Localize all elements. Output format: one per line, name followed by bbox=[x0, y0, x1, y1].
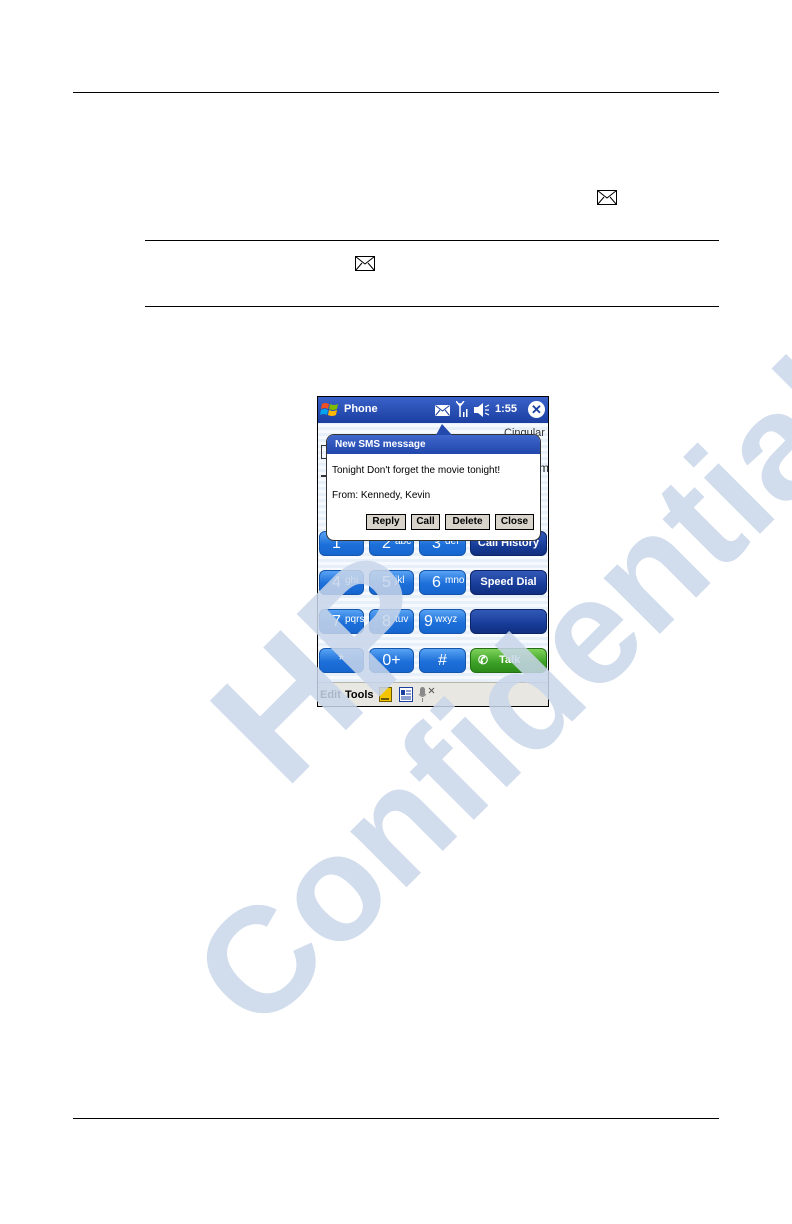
notes-icon[interactable] bbox=[379, 687, 392, 702]
key-digit: 5 bbox=[382, 574, 391, 591]
key-7[interactable]: 7 pqrs bbox=[319, 609, 364, 634]
key-symbol: # bbox=[438, 652, 447, 669]
windows-start-icon[interactable] bbox=[320, 401, 340, 419]
key-digit: 9 bbox=[424, 613, 433, 630]
key-symbol: 0+ bbox=[382, 652, 401, 669]
speed-dial-button[interactable]: Speed Dial bbox=[470, 570, 547, 595]
blank-function-button[interactable] bbox=[470, 609, 547, 634]
key-letters: tuv bbox=[395, 614, 409, 625]
key-letters: wxyz bbox=[435, 614, 458, 625]
notification-title: New SMS message bbox=[327, 435, 540, 454]
app-title: Phone bbox=[344, 403, 378, 415]
delete-button[interactable]: Delete bbox=[445, 514, 490, 530]
key-digit: 6 bbox=[432, 574, 441, 591]
key-letters: pqrs bbox=[345, 614, 365, 625]
phone-screen: Phone 1:55 ✕ Cingular m New SMS message … bbox=[317, 396, 549, 707]
talk-label: Talk bbox=[499, 654, 521, 666]
key-0[interactable]: 0+ bbox=[369, 648, 414, 673]
talk-button[interactable]: ✆ Talk bbox=[470, 648, 547, 673]
close-button[interactable]: Close bbox=[495, 514, 534, 530]
close-icon[interactable]: ✕ bbox=[528, 401, 545, 418]
key-5[interactable]: 5 jkl bbox=[369, 570, 414, 595]
clock-time[interactable]: 1:55 bbox=[495, 403, 517, 415]
reply-button[interactable]: Reply bbox=[366, 514, 406, 530]
key-digit: 7 bbox=[332, 613, 341, 630]
key-9[interactable]: 9 wxyz bbox=[419, 609, 466, 634]
key-digit: 4 bbox=[332, 574, 341, 591]
envelope-icon[interactable] bbox=[435, 405, 450, 416]
note-top-rule bbox=[145, 240, 719, 241]
bubble-pointer bbox=[436, 424, 452, 435]
envelope-icon bbox=[355, 256, 375, 271]
notification-message: Tonight Don't forget the movie tonight! bbox=[332, 465, 501, 476]
speaker-icon[interactable] bbox=[474, 403, 490, 417]
sms-notification-bubble: New SMS message Tonight Don't forget the… bbox=[326, 434, 541, 541]
key-hash[interactable]: # bbox=[419, 648, 466, 673]
key-symbol: * bbox=[338, 652, 345, 669]
key-letters: jkl bbox=[395, 575, 405, 586]
key-8[interactable]: 8 tuv bbox=[369, 609, 414, 634]
notification-sender: From: Kennedy, Kevin bbox=[332, 490, 431, 501]
menu-edit[interactable]: Edit bbox=[320, 689, 341, 701]
call-button[interactable]: Call bbox=[411, 514, 440, 530]
signal-antenna-icon[interactable] bbox=[456, 401, 468, 417]
top-rule bbox=[73, 92, 719, 93]
microphone-icon[interactable] bbox=[418, 686, 436, 703]
bottom-rule bbox=[73, 1118, 719, 1119]
key-4[interactable]: 4 ghi bbox=[319, 570, 364, 595]
envelope-icon bbox=[597, 190, 617, 205]
key-6[interactable]: 6 mno bbox=[419, 570, 466, 595]
menu-tools[interactable]: Tools bbox=[345, 689, 374, 701]
key-letters: ghi bbox=[345, 575, 359, 586]
key-digit: 8 bbox=[382, 613, 391, 630]
key-letters: mno bbox=[445, 575, 465, 586]
key-star[interactable]: * bbox=[319, 648, 364, 673]
menu-bar: Edit Tools bbox=[318, 682, 548, 706]
note-bottom-rule bbox=[145, 306, 719, 307]
title-bar: Phone 1:55 ✕ bbox=[318, 397, 548, 423]
phone-handset-icon: ✆ bbox=[478, 653, 489, 667]
contacts-icon[interactable] bbox=[399, 687, 413, 702]
